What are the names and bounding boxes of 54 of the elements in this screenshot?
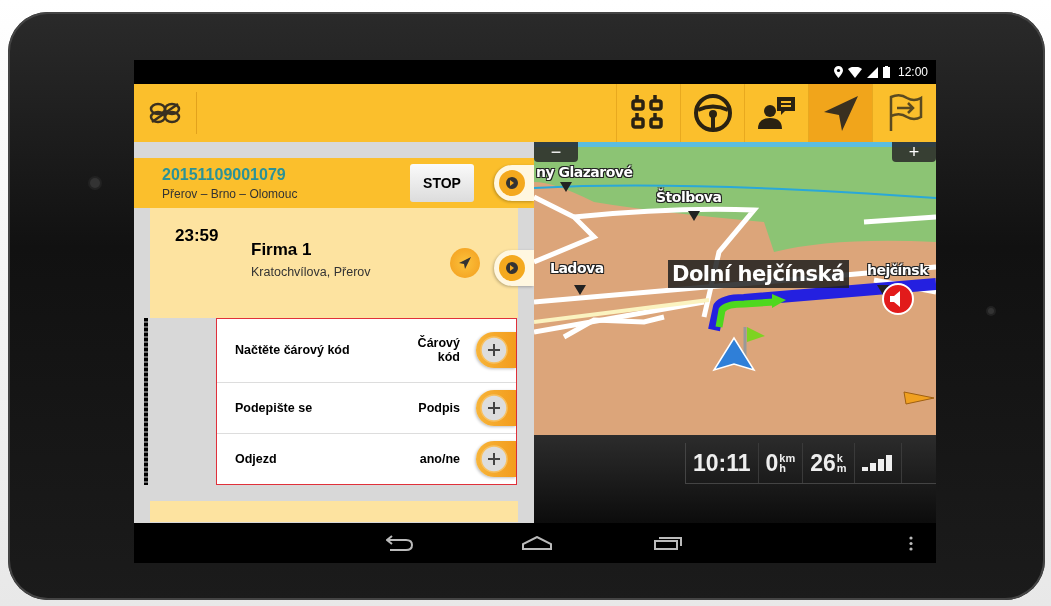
menu-button[interactable] <box>909 536 913 551</box>
home-button[interactable] <box>522 536 552 550</box>
task-action: Čárový kód <box>416 336 460 365</box>
back-button[interactable] <box>386 534 414 552</box>
task-action: Podpis <box>417 400 460 415</box>
steering-wheel-icon <box>692 93 733 133</box>
battery-icon <box>882 66 890 78</box>
location-pin-icon <box>833 66 843 78</box>
task-label: Podepište se <box>235 400 314 415</box>
signal-icon <box>866 66 878 78</box>
plus-icon <box>480 393 508 422</box>
readout-value: 0 <box>765 449 779 477</box>
order-number: 20151109001079 <box>162 165 287 184</box>
plus-icon <box>480 336 508 365</box>
street-label: Ladova <box>550 260 604 276</box>
street-label: Štolbova <box>656 189 722 205</box>
recents-button[interactable] <box>654 536 682 550</box>
navigation-arrow-icon <box>458 256 472 270</box>
signal-bars-icon <box>861 455 894 471</box>
stop-button[interactable]: STOP <box>410 164 474 202</box>
stop-name: Firma 1 <box>251 240 313 260</box>
toolbar-tab[interactable] <box>808 84 872 142</box>
expand-button[interactable] <box>494 165 534 201</box>
street-label: ny Glazarové <box>536 164 633 180</box>
task-label: Odjezd <box>235 451 278 466</box>
recents-icon <box>654 536 682 550</box>
overflow-menu-icon <box>909 536 913 551</box>
arrow-circle-icon <box>498 254 526 282</box>
order-route: Přerov – Brno – Olomouc <box>162 186 299 201</box>
zoom-out-button[interactable]: − <box>534 142 578 162</box>
readout-unit: k m <box>836 453 847 473</box>
task-action: ano/ne <box>418 451 460 466</box>
zoom-in-button[interactable]: + <box>892 142 936 162</box>
add-button[interactable] <box>476 389 516 426</box>
readout-value: 10:11 <box>693 449 751 477</box>
plus-icon <box>480 444 508 473</box>
add-button[interactable] <box>476 440 516 477</box>
back-icon <box>386 534 414 552</box>
camera-dot <box>90 178 100 188</box>
expand-button[interactable] <box>494 250 534 286</box>
readout-unit: km h <box>779 453 796 473</box>
task-label: Načtěte čárový kód <box>235 343 351 358</box>
navigate-button[interactable] <box>450 248 480 278</box>
clock-text: 12:00 <box>897 65 928 79</box>
readout-value: 26 <box>810 449 836 477</box>
sensor-dot <box>988 308 994 314</box>
home-icon <box>522 536 552 550</box>
add-button[interactable] <box>476 332 516 369</box>
stop-address: Kratochvílova, Přerov <box>251 265 372 279</box>
street-banner: Dolní hejčínská <box>668 260 849 288</box>
stop-time: 23:59 <box>175 226 220 247</box>
logo-icon <box>148 102 182 124</box>
wifi-icon <box>847 66 862 78</box>
arrow-circle-icon <box>498 169 526 197</box>
